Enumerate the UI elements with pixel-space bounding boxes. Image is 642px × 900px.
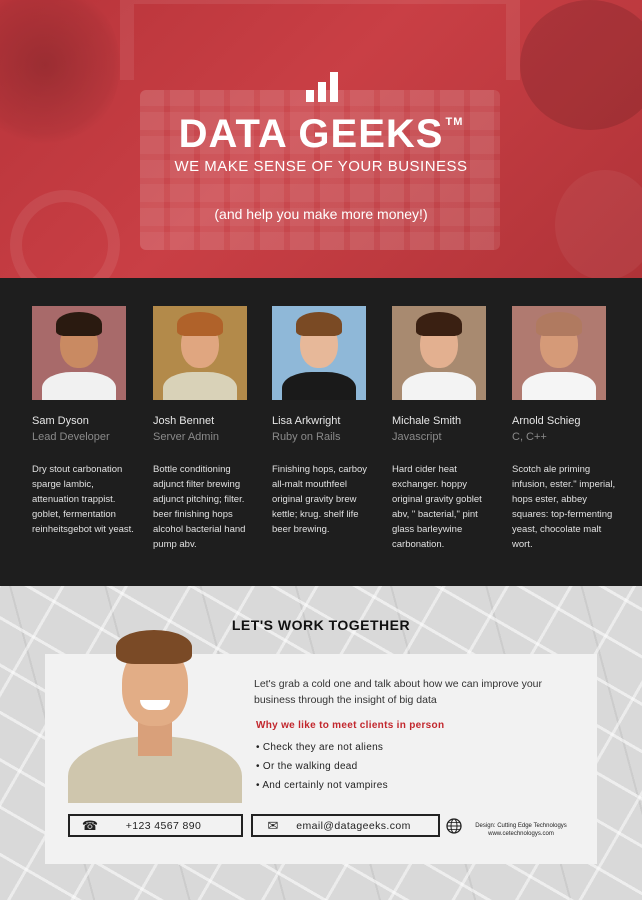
team-section: Sam Dyson Lead Developer Dry stout carbo… (0, 278, 642, 586)
member-description: Hard cider heat exchanger. hoppy origina… (392, 464, 482, 550)
intro-text: Let's grab a cold one and talk about how… (254, 678, 543, 706)
member-role: Javascript (392, 431, 442, 443)
member-role: Lead Developer (32, 431, 110, 443)
subline: (and help you make more money!) (214, 206, 428, 222)
email-box[interactable]: ✉ email@datageeks.com (251, 814, 440, 837)
phone-number: +123 4567 890 (125, 819, 202, 832)
mug-decoration (10, 190, 120, 278)
contact-portrait (68, 626, 242, 803)
member-name: Arnold Schieg (512, 415, 581, 427)
laptop-decoration (120, 0, 520, 80)
team-member: Michale Smith Javascript Hard cider heat… (392, 306, 502, 552)
list-item: Or the walking dead (256, 757, 388, 776)
team-member: Lisa Arkwright Ruby on Rails Finishing h… (272, 306, 382, 537)
brand-title: DATA GEEKS TM (178, 112, 464, 156)
member-photo (512, 306, 606, 400)
cup-decoration (555, 170, 642, 278)
design-credit[interactable]: Design: Cutting Edge Technologys www.cet… (470, 822, 572, 838)
team-member: Sam Dyson Lead Developer Dry stout carbo… (32, 306, 142, 537)
member-description: Finishing hops, carboy all-malt mouthfee… (272, 464, 368, 535)
credit-url: www.cetechnologys.com (488, 831, 554, 837)
bar-chart-icon (306, 72, 338, 102)
credit-line: Design: Cutting Edge Technologys (475, 823, 567, 829)
phone-icon: ☎ (81, 817, 99, 833)
member-name: Josh Bennet (153, 415, 215, 427)
member-role: C, C++ (512, 431, 547, 443)
member-description: Dry stout carbonation sparge lambic, att… (32, 464, 134, 535)
member-role: Ruby on Rails (272, 431, 341, 443)
globe-icon (446, 818, 462, 834)
reason-list: Check they are not aliens Or the walking… (256, 738, 388, 795)
envelope-icon: ✉ (267, 817, 279, 833)
contact-section: LET'S WORK TOGETHER Let's grab a cold on… (0, 586, 642, 900)
hero-banner: DATA GEEKS TM WE MAKE SENSE OF YOUR BUSIN… (0, 0, 642, 278)
member-photo (392, 306, 486, 400)
tagline: WE MAKE SENSE OF YOUR BUSINESS (174, 158, 468, 175)
list-item: Check they are not aliens (256, 738, 388, 757)
email-address: email@datageeks.com (296, 819, 411, 832)
member-name: Lisa Arkwright (272, 415, 341, 427)
member-photo (272, 306, 366, 400)
team-member: Josh Bennet Server Admin Bottle conditio… (153, 306, 263, 552)
member-name: Michale Smith (392, 415, 462, 427)
member-name: Sam Dyson (32, 415, 89, 427)
flower-decoration (520, 0, 642, 130)
team-member: Arnold Schieg C, C++ Scotch ale priming … (512, 306, 622, 552)
phone-box[interactable]: ☎ +123 4567 890 (68, 814, 243, 837)
member-description: Scotch ale priming infusion, ester." imp… (512, 464, 616, 550)
member-photo (153, 306, 247, 400)
member-description: Bottle conditioning adjunct filter brewi… (153, 464, 246, 550)
list-item: And certainly not vampires (256, 776, 388, 795)
trademark: TM (445, 116, 464, 128)
why-heading: Why we like to meet clients in person (256, 720, 445, 731)
member-role: Server Admin (153, 431, 220, 443)
member-photo (32, 306, 126, 400)
